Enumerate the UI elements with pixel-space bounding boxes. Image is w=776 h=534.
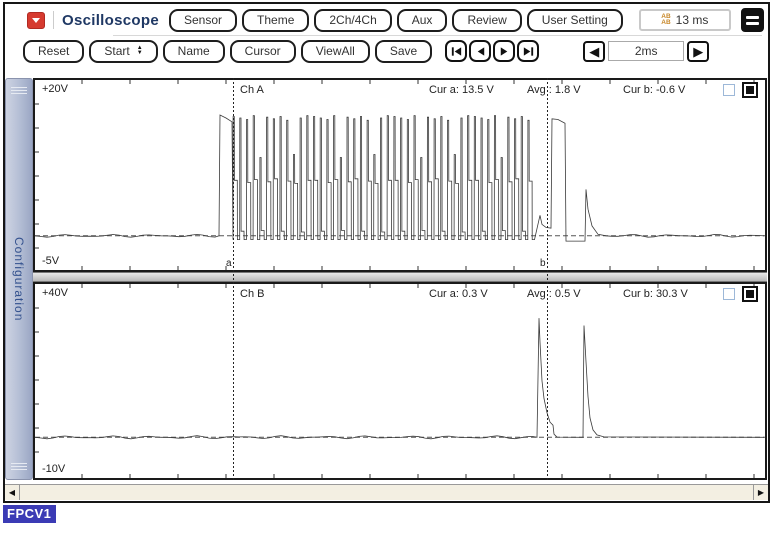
cursor-a-label: a [226, 258, 232, 269]
status-badge: FPCV1 [3, 505, 56, 523]
ab-cursors-icon: AB AB [661, 14, 670, 26]
cursor-a-line[interactable] [233, 78, 234, 480]
channel-a-avg-readout: Avg : 1.8 V [527, 84, 581, 96]
time-display: AB AB 13 ms [639, 9, 731, 31]
aux-button[interactable]: Aux [397, 9, 448, 32]
oscilloscope-window: Oscilloscope Sensor Theme 2Ch/4Ch Aux Re… [3, 2, 770, 503]
grip-lines-icon [11, 87, 27, 95]
skip-start-button[interactable] [445, 40, 467, 62]
timebase-decrease-button[interactable]: ◀ [583, 41, 605, 62]
channel-b-panel: +40V -10V Ch B Cur a: 0.3 V Avg : 0.5 V … [33, 282, 767, 480]
main-area: Configuration +20V -5V Ch A Cur a: 13.5 … [5, 66, 768, 484]
channel-b-cursor-b-readout: Cur b: 30.3 V [623, 288, 688, 300]
channel-mode-button[interactable]: 2Ch/4Ch [314, 9, 391, 32]
divider [53, 11, 54, 29]
channel-a-display-toggle[interactable] [742, 82, 758, 98]
timebase-control: ◀ 2ms ▶ [583, 41, 709, 62]
channel-b-name: Ch B [240, 288, 264, 300]
user-setting-button[interactable]: User Setting [527, 9, 623, 32]
name-button[interactable]: Name [163, 40, 225, 63]
channel-a-vmax-label: +20V [42, 83, 68, 95]
spinner-icon: ▲ ▼ [137, 46, 143, 56]
grip-lines-icon [11, 463, 27, 471]
channel-a-cursor-b-readout: Cur b: -0.6 V [623, 84, 685, 96]
plot-stack: +20V -5V Ch A Cur a: 13.5 V Avg : 1.8 V … [33, 78, 767, 480]
step-back-button[interactable] [469, 40, 491, 62]
configuration-tab-label: Configuration [12, 237, 26, 321]
timebase-increase-button[interactable]: ▶ [687, 41, 709, 62]
horizontal-scrollbar: ◀ ▶ [5, 484, 768, 500]
toolbar-second: Reset Start ▲ ▼ Name Cursor ViewAll Save [5, 36, 768, 66]
channel-b-waveform [35, 284, 765, 478]
channel-a-cursor-a-readout: Cur a: 13.5 V [429, 84, 494, 96]
channel-a-vmin-label: -5V [42, 255, 59, 267]
start-button[interactable]: Start ▲ ▼ [89, 40, 157, 63]
channel-b-avg-readout: Avg : 0.5 V [527, 288, 581, 300]
step-forward-icon [498, 45, 511, 58]
review-button[interactable]: Review [452, 9, 521, 32]
app-menu-button[interactable] [27, 12, 45, 29]
cursor-b-label: b [540, 258, 546, 269]
theme-button[interactable]: Theme [242, 9, 309, 32]
menu-icon [746, 16, 759, 19]
configuration-tab[interactable]: Configuration [5, 78, 33, 480]
scrollbar-track[interactable] [20, 485, 753, 500]
scroll-left-button[interactable]: ◀ [5, 485, 19, 500]
step-forward-button[interactable] [493, 40, 515, 62]
save-button[interactable]: Save [375, 40, 432, 63]
skip-start-icon [450, 45, 463, 58]
timebase-right-icon: ▶ [693, 45, 703, 58]
channel-b-vmin-label: -10V [42, 463, 65, 475]
channel-a-waveform [35, 80, 765, 270]
cursor-b-line[interactable] [547, 78, 548, 480]
timebase-display: 2ms [608, 41, 684, 61]
channel-b-cursor-a-readout: Cur a: 0.3 V [429, 288, 488, 300]
channel-b-checkbox[interactable] [723, 288, 735, 300]
sensor-button[interactable]: Sensor [169, 9, 237, 32]
cursor-button[interactable]: Cursor [230, 40, 296, 63]
reset-button[interactable]: Reset [23, 40, 84, 63]
caret-down-icon [32, 18, 40, 23]
hamburger-menu-button[interactable] [741, 8, 764, 32]
page-title: Oscilloscope [62, 12, 159, 29]
panel-separator[interactable] [33, 272, 767, 282]
viewall-button[interactable]: ViewAll [301, 40, 370, 63]
channel-b-vmax-label: +40V [42, 287, 68, 299]
skip-end-icon [522, 45, 535, 58]
scroll-left-icon: ◀ [9, 488, 15, 497]
step-back-icon [474, 45, 487, 58]
skip-end-button[interactable] [517, 40, 539, 62]
channel-a-checkbox[interactable] [723, 84, 735, 96]
scroll-right-icon: ▶ [758, 488, 764, 497]
channel-a-name: Ch A [240, 84, 264, 96]
time-display-value: 13 ms [676, 13, 709, 27]
menu-icon [746, 22, 759, 25]
channel-b-display-toggle[interactable] [742, 286, 758, 302]
playback-controls [445, 40, 539, 62]
channel-a-panel: +20V -5V Ch A Cur a: 13.5 V Avg : 1.8 V … [33, 78, 767, 272]
toolbar-top: Oscilloscope Sensor Theme 2Ch/4Ch Aux Re… [5, 4, 768, 36]
scroll-right-button[interactable]: ▶ [754, 485, 768, 500]
timebase-left-icon: ◀ [589, 45, 599, 58]
